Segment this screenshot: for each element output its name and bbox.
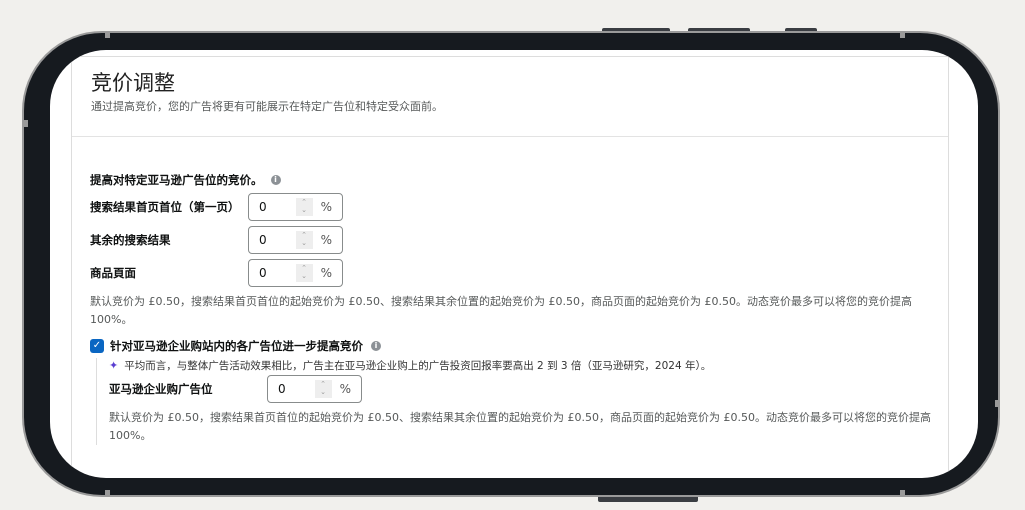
business-note: 默认竞价为 £0.50，搜索结果首页首位的起始竞价为 £0.50、搜索结果其余位… xyxy=(109,411,931,442)
frame-mark xyxy=(900,490,905,497)
page-title: 竞价调整 xyxy=(91,71,175,95)
row-label: 商品頁面 xyxy=(90,266,136,280)
row-label: 亚马逊企业购广告位 xyxy=(109,382,213,396)
frame-mark xyxy=(23,120,28,127)
tip: ✦ 平均而言，与整体广告活动效果相比，广告主在亚马逊企业购上的广告投资回报率要高出… xyxy=(109,358,948,373)
unit: % xyxy=(320,266,332,280)
placement-row-product: 商品頁面 0 ⌃ ⌄% xyxy=(90,259,948,287)
frame-mark xyxy=(105,31,110,38)
placement-note: 默认竞价为 £0.50，搜索结果首页首位的起始竞价为 £0.50、搜索结果其余位… xyxy=(90,295,912,326)
section-heading: 提高对特定亚马逊广告位的竞价。 i xyxy=(90,172,948,188)
card-header: 竞价调整 通过提高竞价，您的广告将更有可能展示在特定广告位和特定受众面前。 xyxy=(72,57,948,137)
checkbox[interactable]: ✓ xyxy=(90,339,104,353)
tip-text: 平均而言，与整体广告活动效果相比，广告主在亚马逊企业购上的广告投资回报率要高出 … xyxy=(124,360,712,372)
business-row: 亚马逊企业购广告位 0 ⌃ ⌄% xyxy=(109,375,948,403)
placement-section: 提高对特定亚马逊广告位的竞价。 i 搜索结果首页首位（第一页） 0 ⌃ ⌄% 其余的搜… xyxy=(72,172,948,445)
rest-of-search-input[interactable]: 0 ⌃ ⌄% xyxy=(248,226,343,254)
unit: % xyxy=(339,382,351,396)
page-subtitle: 通过提高竞价，您的广告将更有可能展示在特定广告位和特定受众面前。 xyxy=(91,100,443,113)
unit: % xyxy=(320,200,332,214)
heading-text: 提高对特定亚马逊广告位的竞价。 xyxy=(90,173,263,187)
stepper-icon[interactable]: ⌃ ⌄ xyxy=(314,380,332,398)
phone-screen: 竞价调整 通过提高竞价，您的广告将更有可能展示在特定广告位和特定受众面前。 提高… xyxy=(50,50,978,478)
frame-mark xyxy=(105,490,110,497)
business-section: ✦ 平均而言，与整体广告活动效果相比，广告主在亚马逊企业购上的广告投资回报率要高出… xyxy=(96,358,948,445)
business-placement-input[interactable]: 0 ⌃ ⌄% xyxy=(267,375,362,403)
top-of-search-input[interactable]: 0 ⌃ ⌄% xyxy=(248,193,343,221)
input-value: 0 xyxy=(259,233,267,247)
product-page-input[interactable]: 0 ⌃ ⌄% xyxy=(248,259,343,287)
info-icon[interactable]: i xyxy=(371,341,381,351)
input-value: 0 xyxy=(259,200,267,214)
bid-adjustment-card: 竞价调整 通过提高竞价，您的广告将更有可能展示在特定广告位和特定受众面前。 提高… xyxy=(71,56,949,478)
placement-row-rest: 其余的搜索结果 0 ⌃ ⌄% xyxy=(90,226,948,254)
frame-mark xyxy=(900,31,905,38)
stepper-icon[interactable]: ⌃ ⌄ xyxy=(295,198,313,216)
frame-mark xyxy=(995,400,1000,407)
row-label: 搜索结果首页首位（第一页） xyxy=(90,200,240,214)
info-icon[interactable]: i xyxy=(270,175,281,185)
sparkle-icon: ✦ xyxy=(109,359,119,372)
input-value: 0 xyxy=(259,266,267,280)
unit: % xyxy=(320,233,332,247)
input-value: 0 xyxy=(278,382,286,396)
checkbox-label: 针对亚马逊企业购站内的各广告位进一步提高竞价 xyxy=(110,339,363,353)
stepper-icon[interactable]: ⌃ ⌄ xyxy=(295,264,313,282)
row-label: 其余的搜索结果 xyxy=(90,233,171,247)
placement-row-top: 搜索结果首页首位（第一页） 0 ⌃ ⌄% xyxy=(90,193,948,221)
business-checkbox-row[interactable]: ✓ 针对亚马逊企业购站内的各广告位进一步提高竞价 i xyxy=(90,338,948,354)
stepper-icon[interactable]: ⌃ ⌄ xyxy=(295,231,313,249)
